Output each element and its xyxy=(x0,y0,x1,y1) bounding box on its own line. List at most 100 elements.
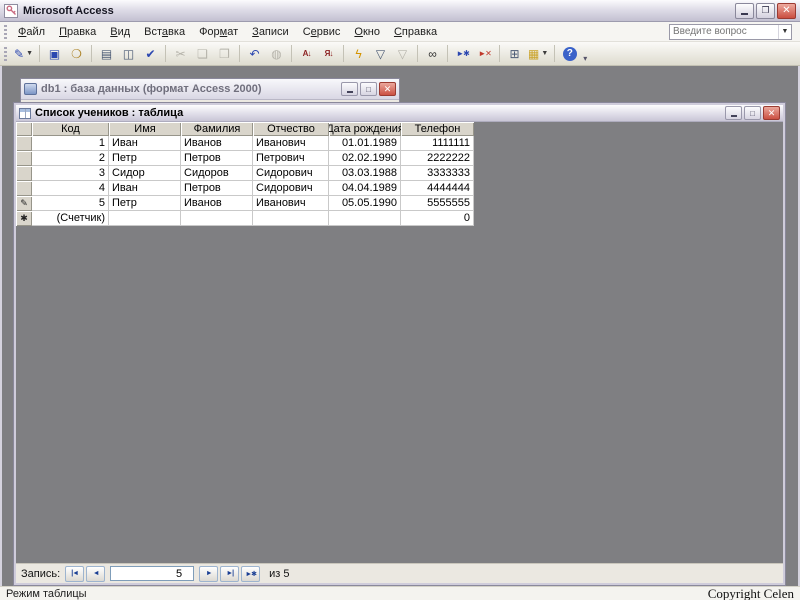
file-search-button[interactable]: ❍ xyxy=(66,44,87,63)
menu-правка[interactable]: Правка xyxy=(52,23,103,41)
table-cell[interactable]: 1 xyxy=(32,136,109,151)
filter-by-selection-button[interactable]: ϟ xyxy=(348,44,369,63)
column-header[interactable]: Телефон xyxy=(401,122,474,136)
column-header[interactable]: Фамилия xyxy=(181,122,253,136)
column-header[interactable]: Код xyxy=(32,122,109,136)
table-cell[interactable]: Иван xyxy=(109,136,181,151)
table-cell[interactable]: 1111111 xyxy=(401,136,474,151)
save-button[interactable]: ▣ xyxy=(44,44,65,63)
app-close-button[interactable]: ✕ xyxy=(777,3,796,19)
menu-вид[interactable]: Вид xyxy=(103,23,137,41)
previous-record-button[interactable]: ◄ xyxy=(86,566,105,582)
table-cell[interactable]: Сидорович xyxy=(253,166,329,181)
table-cell[interactable]: (Счетчик) xyxy=(32,211,109,226)
db1-minimize-button[interactable] xyxy=(341,82,358,96)
db1-close-button[interactable]: ✕ xyxy=(379,82,396,96)
table-cell[interactable]: Петрович xyxy=(253,151,329,166)
table-cell[interactable]: Иванов xyxy=(181,136,253,151)
record-number-input[interactable] xyxy=(110,566,194,581)
app-minimize-button[interactable] xyxy=(735,3,754,19)
print-preview-button[interactable]: ◫ xyxy=(118,44,139,63)
table-cell[interactable]: Петр xyxy=(109,151,181,166)
table-cell[interactable]: 3333333 xyxy=(401,166,474,181)
ask-question-box[interactable]: ▼ xyxy=(669,24,792,40)
record-selector[interactable] xyxy=(16,136,32,151)
record-selector[interactable] xyxy=(16,181,32,196)
toolbar-options-chevron-icon[interactable]: ▾ xyxy=(583,54,587,65)
table-cell[interactable]: 02.02.1990 xyxy=(329,151,401,166)
table-cell[interactable] xyxy=(109,211,181,226)
chevron-down-icon[interactable]: ▼ xyxy=(778,25,791,39)
record-selector[interactable] xyxy=(16,166,32,181)
new-record-nav-button[interactable]: ►✱ xyxy=(241,566,260,582)
menu-вставка[interactable]: Вставка xyxy=(137,23,192,41)
table-cell[interactable]: Иван xyxy=(109,181,181,196)
table-cell[interactable]: 2222222 xyxy=(401,151,474,166)
last-record-button[interactable]: ►| xyxy=(220,566,239,582)
table-datasheet-window[interactable]: Список учеников : таблица □ ✕ КодИмяФами… xyxy=(14,103,785,585)
table-cell[interactable]: 03.03.1988 xyxy=(329,166,401,181)
column-header[interactable]: Дата рождения xyxy=(329,122,401,136)
menu-формат[interactable]: Формат xyxy=(192,23,245,41)
record-selector[interactable] xyxy=(16,151,32,166)
table-close-button[interactable]: ✕ xyxy=(763,106,780,120)
table-cell[interactable]: 2 xyxy=(32,151,109,166)
record-selector-pencil-icon[interactable]: ✎ xyxy=(16,196,32,211)
table-cell[interactable]: 3 xyxy=(32,166,109,181)
table-cell[interactable]: Петров xyxy=(181,181,253,196)
ask-question-input[interactable] xyxy=(670,25,778,39)
table-cell[interactable]: Сидоров xyxy=(181,166,253,181)
column-header[interactable]: Имя xyxy=(109,122,181,136)
table-cell[interactable]: 4444444 xyxy=(401,181,474,196)
table-cell[interactable] xyxy=(253,211,329,226)
table-cell[interactable]: Сидор xyxy=(109,166,181,181)
column-header[interactable]: Отчество xyxy=(253,122,329,136)
menu-справка[interactable]: Справка xyxy=(387,23,444,41)
chevron-down-icon[interactable]: ▼ xyxy=(26,50,33,57)
find-button[interactable]: ∞ xyxy=(422,44,443,63)
sort-descending-button[interactable]: Я↓ xyxy=(318,44,339,63)
table-maximize-button[interactable]: □ xyxy=(744,106,761,120)
table-cell[interactable]: Петров xyxy=(181,151,253,166)
table-cell[interactable]: 5555555 xyxy=(401,196,474,211)
undo-button[interactable]: ↶ xyxy=(244,44,265,63)
menu-сервис[interactable]: Сервис xyxy=(296,23,348,41)
table-cell[interactable]: Иванов xyxy=(181,196,253,211)
table-cell[interactable]: 01.01.1989 xyxy=(329,136,401,151)
table-cell[interactable]: Иванович xyxy=(253,196,329,211)
menu-файл[interactable]: Файл xyxy=(11,23,52,41)
toolbar-grip-handle[interactable] xyxy=(4,47,7,61)
menu-grip-handle[interactable] xyxy=(4,25,7,39)
table-cell[interactable]: Сидорович xyxy=(253,181,329,196)
table-cell[interactable]: Иванович xyxy=(253,136,329,151)
table-minimize-button[interactable] xyxy=(725,106,742,120)
table-cell[interactable]: 4 xyxy=(32,181,109,196)
next-record-button[interactable]: ► xyxy=(199,566,218,582)
database-window-button[interactable]: ⊞ xyxy=(504,44,525,63)
new-record-button[interactable]: ►✱ xyxy=(452,44,473,63)
first-record-button[interactable]: |◄ xyxy=(65,566,84,582)
table-cell[interactable]: 0 xyxy=(401,211,474,226)
help-button[interactable]: ? xyxy=(559,44,580,63)
print-button[interactable]: ▤ xyxy=(96,44,117,63)
db1-title-bar[interactable]: db1 : база данных (формат Access 2000) □… xyxy=(21,79,399,100)
table-window-title-bar[interactable]: Список учеников : таблица □ ✕ xyxy=(16,105,783,122)
db1-maximize-button[interactable]: □ xyxy=(360,82,377,96)
view-design-button[interactable]: ✎▼ xyxy=(12,44,35,63)
table-cell[interactable]: 04.04.1989 xyxy=(329,181,401,196)
select-all-corner[interactable] xyxy=(16,122,32,136)
app-title-bar[interactable]: Microsoft Access ❐ ✕ xyxy=(0,0,800,22)
table-cell[interactable]: 05.05.1990 xyxy=(329,196,401,211)
new-object-button[interactable]: ▦▼ xyxy=(526,44,550,63)
menu-записи[interactable]: Записи xyxy=(245,23,296,41)
table-cell[interactable]: Петр xyxy=(109,196,181,211)
sort-ascending-button[interactable]: А↓ xyxy=(296,44,317,63)
chevron-down-icon[interactable]: ▼ xyxy=(541,50,548,57)
delete-record-button[interactable]: ►✕ xyxy=(474,44,495,63)
table-cell[interactable] xyxy=(329,211,401,226)
filter-by-form-button[interactable]: ▽ xyxy=(370,44,391,63)
table-cell[interactable]: 5 xyxy=(32,196,109,211)
menu-окно[interactable]: Окно xyxy=(347,23,387,41)
spelling-button[interactable]: ✔ xyxy=(140,44,161,63)
app-restore-button[interactable]: ❐ xyxy=(756,3,775,19)
